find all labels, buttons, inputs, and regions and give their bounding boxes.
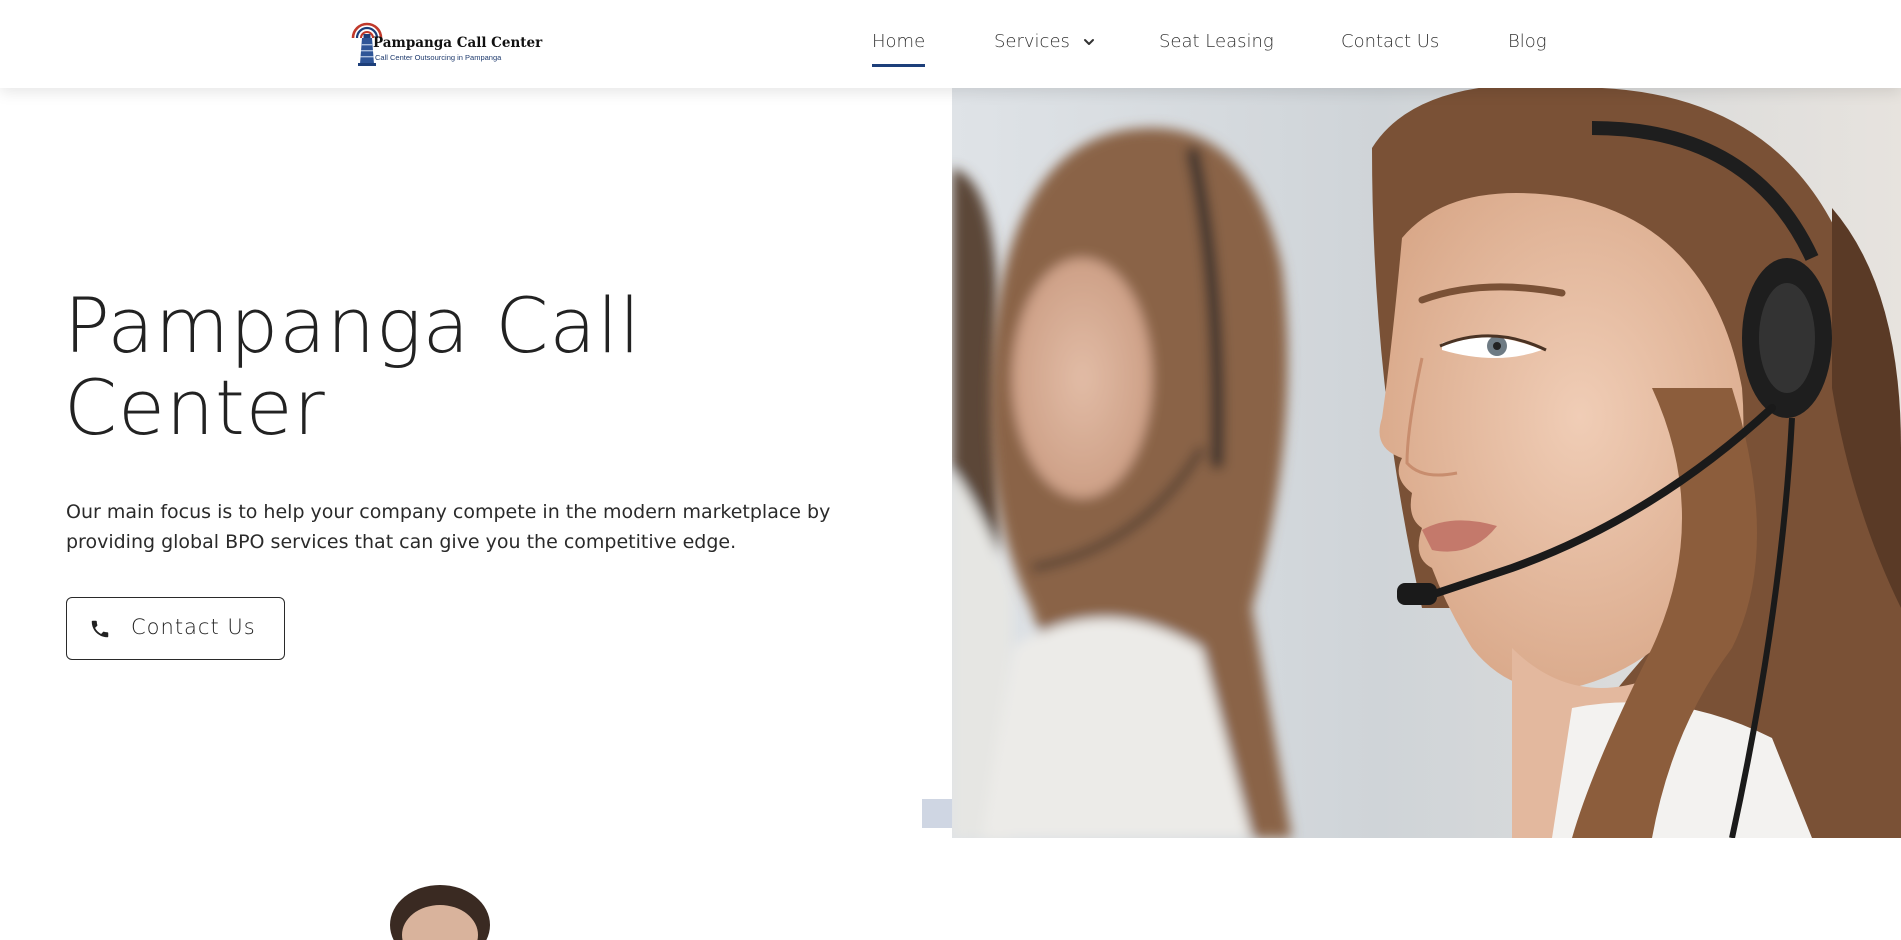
contact-us-button[interactable]: Contact Us — [66, 597, 285, 660]
hero-image — [952, 88, 1901, 838]
slider-tab[interactable] — [922, 799, 952, 828]
hero-title-line: Center — [64, 363, 326, 452]
hero-title-line: Pampanga Call — [64, 281, 642, 370]
phone-icon — [91, 620, 109, 638]
two-women-with-headsets-photo — [952, 88, 1901, 838]
nav-item-label: Services — [994, 31, 1070, 52]
hero-description: Our main focus is to help your company c… — [66, 501, 831, 553]
nav-item-label: Blog — [1508, 31, 1547, 52]
section-avatar-image — [385, 880, 495, 940]
nav-item-label: Seat Leasing — [1159, 31, 1274, 52]
contact-us-button-label: Contact Us — [131, 615, 256, 639]
hero-title: Pampanga Call Center — [64, 285, 824, 449]
nav-item-label: Contact Us — [1341, 31, 1440, 52]
chevron-down-icon[interactable] — [1082, 35, 1096, 49]
nav-item-contact-us[interactable]: Contact Us — [1341, 30, 1439, 70]
main-nav: Home Services Seat Leasing Contact Us Bl… — [0, 30, 1901, 70]
nav-item-home[interactable]: Home — [872, 30, 926, 70]
nav-item-services[interactable]: Services — [994, 30, 1096, 70]
nav-item-blog[interactable]: Blog — [1508, 30, 1547, 70]
nav-item-label: Home — [872, 31, 926, 52]
nav-item-seat-leasing[interactable]: Seat Leasing — [1159, 30, 1274, 70]
site-header: Pampanga Call Center Call Center Outsour… — [0, 0, 1901, 88]
